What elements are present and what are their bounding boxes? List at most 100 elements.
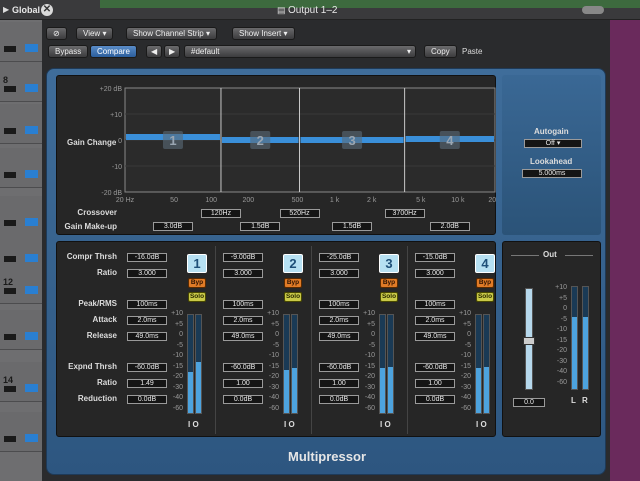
track-header[interactable]	[0, 104, 42, 144]
paste-button[interactable]: Paste	[462, 47, 482, 56]
track-mute-button[interactable]	[4, 128, 16, 134]
band-solo-button[interactable]: Solo	[284, 292, 302, 302]
attack-field[interactable]: 2.0ms	[319, 316, 359, 325]
band-input-meter	[187, 314, 194, 414]
track-header[interactable]	[0, 196, 42, 236]
expnd-thrsh-field[interactable]: -60.0dB	[223, 363, 263, 372]
ratio2-field[interactable]: 1.00	[223, 379, 263, 388]
reduction-field[interactable]: 0.0dB	[223, 395, 263, 404]
minimize-button[interactable]	[582, 6, 604, 14]
gain-change-graph[interactable]: +20 dB +10 0 -10 -20 dB20 Hz 50 100 200 500 1 k 2 …	[57, 76, 497, 236]
gain-makeup-field[interactable]: 1.5dB	[240, 222, 281, 231]
attack-field[interactable]: 2.0ms	[127, 316, 167, 325]
show-channel-strip-menu[interactable]: Show Channel Strip ▾	[126, 27, 217, 40]
release-field[interactable]: 49.0ms	[415, 332, 455, 341]
track-mute-button[interactable]	[4, 334, 16, 340]
freq-tick-label: 20 k	[488, 197, 497, 204]
track-automation-icon[interactable]	[25, 254, 38, 262]
track-mute-button[interactable]	[4, 288, 16, 294]
release-field[interactable]: 49.0ms	[319, 332, 359, 341]
compr-thrsh-field[interactable]: -9.00dB	[223, 253, 263, 262]
meter-tick-label: -30	[268, 383, 279, 391]
reduction-field[interactable]: 0.0dB	[415, 395, 455, 404]
autogain-select[interactable]: Off ▾	[524, 139, 582, 148]
ratio-field[interactable]: 3.000	[319, 269, 359, 278]
crossover-field[interactable]: 3700Hz	[384, 209, 425, 218]
track-automation-icon[interactable]	[25, 384, 38, 392]
peak-rms-field[interactable]: 100ms	[415, 300, 455, 309]
expnd-thrsh-field[interactable]: -60.0dB	[319, 363, 359, 372]
track-header[interactable]	[0, 412, 42, 452]
track-automation-icon[interactable]	[25, 44, 38, 52]
reduction-field[interactable]: 0.0dB	[319, 395, 359, 404]
crossover-field[interactable]: 520Hz	[279, 209, 320, 218]
track-header[interactable]: 12	[0, 264, 42, 304]
track-mute-button[interactable]	[4, 256, 16, 262]
band-solo-button[interactable]: Solo	[188, 292, 206, 302]
output-fader-handle[interactable]	[523, 337, 535, 345]
link-button[interactable]: ⊘	[46, 27, 67, 40]
band-bypass-button[interactable]: Byp	[380, 278, 398, 288]
copy-button[interactable]: Copy	[424, 45, 457, 58]
track-header[interactable]	[0, 310, 42, 350]
compare-button[interactable]: Compare	[90, 45, 137, 58]
preset-menu[interactable]: #default ▾	[184, 45, 416, 58]
show-insert-menu[interactable]: Show Insert ▾	[232, 27, 295, 40]
band-solo-button[interactable]: Solo	[476, 292, 494, 302]
track-automation-icon[interactable]	[25, 434, 38, 442]
ratio-field[interactable]: 3.000	[127, 269, 167, 278]
release-field[interactable]: 49.0ms	[223, 332, 263, 341]
attack-field[interactable]: 2.0ms	[223, 316, 263, 325]
peak-rms-field[interactable]: 100ms	[319, 300, 359, 309]
track-mute-button[interactable]	[4, 436, 16, 442]
bypass-button[interactable]: Bypass	[48, 45, 89, 58]
track-header[interactable]	[0, 148, 42, 188]
view-menu[interactable]: View ▾	[76, 27, 114, 40]
next-preset-button[interactable]: ▶	[164, 45, 181, 58]
lookahead-field[interactable]: 5.000ms	[522, 169, 582, 178]
release-field[interactable]: 49.0ms	[127, 332, 167, 341]
band-bypass-button[interactable]: Byp	[476, 278, 494, 288]
band-bypass-button[interactable]: Byp	[284, 278, 302, 288]
band-solo-button[interactable]: Solo	[380, 292, 398, 302]
output-fader-track[interactable]	[523, 288, 535, 390]
output-fader-value[interactable]: 0.0	[513, 398, 545, 407]
compr-thrsh-field[interactable]: -16.0dB	[127, 253, 167, 262]
track-header[interactable]: 14	[0, 362, 42, 402]
ratio2-field[interactable]: 1.49	[127, 379, 167, 388]
gain-makeup-field[interactable]: 1.5dB	[332, 222, 373, 231]
track-mute-button[interactable]	[4, 172, 16, 178]
track-automation-icon[interactable]	[25, 286, 38, 294]
reduction-field[interactable]: 0.0dB	[127, 395, 167, 404]
track-automation-icon[interactable]	[25, 218, 38, 226]
track-automation-icon[interactable]	[25, 84, 38, 92]
attack-label: Attack	[92, 315, 117, 324]
track-mute-button[interactable]	[4, 386, 16, 392]
track-mute-button[interactable]	[4, 220, 16, 226]
ratio2-field[interactable]: 1.00	[319, 379, 359, 388]
peak-rms-field[interactable]: 100ms	[127, 300, 167, 309]
compr-thrsh-field[interactable]: -15.0dB	[415, 253, 455, 262]
crossover-field[interactable]: 120Hz	[200, 209, 241, 218]
ratio2-field[interactable]: 1.00	[415, 379, 455, 388]
prev-preset-button[interactable]: ◀	[146, 45, 163, 58]
track-mute-button[interactable]	[4, 46, 16, 52]
disclosure-triangle-icon[interactable]: ▶	[3, 5, 9, 14]
track-header[interactable]	[0, 22, 42, 62]
ratio-field[interactable]: 3.000	[415, 269, 455, 278]
gain-makeup-field[interactable]: 3.0dB	[152, 222, 193, 231]
track-automation-icon[interactable]	[25, 126, 38, 134]
attack-field[interactable]: 2.0ms	[415, 316, 455, 325]
track-header[interactable]: 8	[0, 62, 42, 102]
gain-makeup-field[interactable]: 2.0dB	[429, 222, 470, 231]
track-automation-icon[interactable]	[25, 332, 38, 340]
expnd-thrsh-field[interactable]: -60.0dB	[127, 363, 167, 372]
track-mute-button[interactable]	[4, 86, 16, 92]
track-automation-icon[interactable]	[25, 170, 38, 178]
close-icon[interactable]: ✕	[41, 4, 53, 16]
band-bypass-button[interactable]: Byp	[188, 278, 206, 288]
peak-rms-field[interactable]: 100ms	[223, 300, 263, 309]
expnd-thrsh-field[interactable]: -60.0dB	[415, 363, 455, 372]
compr-thrsh-field[interactable]: -25.0dB	[319, 253, 359, 262]
ratio-field[interactable]: 3.000	[223, 269, 263, 278]
